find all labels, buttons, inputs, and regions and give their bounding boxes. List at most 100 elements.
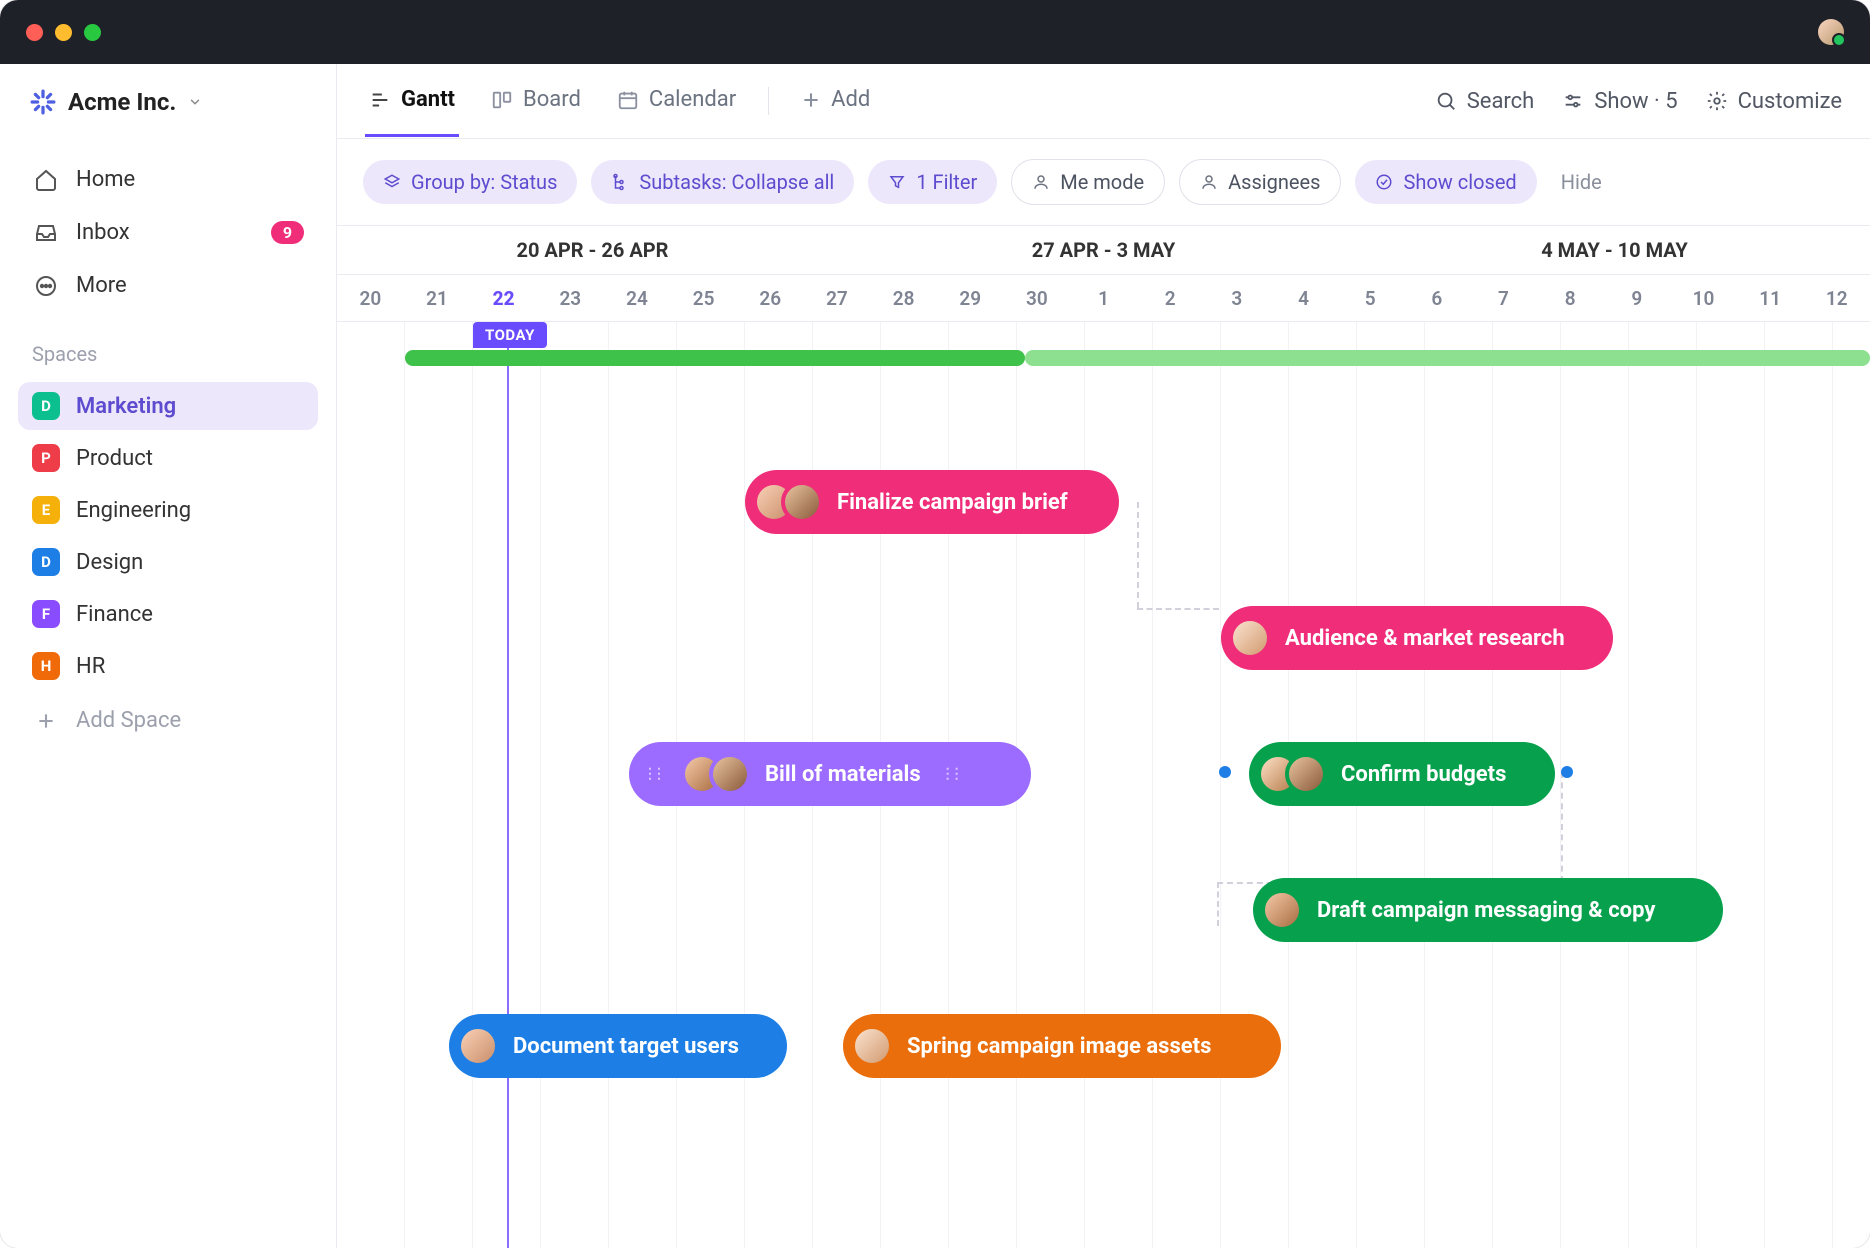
nav-home[interactable]: Home: [18, 153, 318, 206]
filter-me-mode[interactable]: Me mode: [1011, 159, 1165, 205]
close-window-icon[interactable]: [26, 24, 43, 41]
day-header[interactable]: 8: [1537, 275, 1604, 321]
space-icon: F: [32, 600, 60, 628]
day-header[interactable]: 11: [1737, 275, 1804, 321]
assignee-avatar[interactable]: [709, 753, 751, 795]
task-label: Audience & market research: [1285, 626, 1565, 651]
filter-group-by[interactable]: Group by: Status: [363, 160, 577, 204]
day-header[interactable]: 27: [804, 275, 871, 321]
week-header: 27 APR - 3 MAY: [848, 226, 1359, 274]
plus-icon: [32, 711, 60, 731]
day-header[interactable]: 12: [1803, 275, 1870, 321]
space-item-design[interactable]: DDesign: [18, 538, 318, 586]
dependency-line: [1137, 502, 1139, 608]
search-button[interactable]: Search: [1435, 89, 1535, 114]
filter-hide[interactable]: Hide: [1561, 170, 1602, 194]
show-button[interactable]: Show · 5: [1562, 89, 1677, 114]
person-icon: [1200, 173, 1218, 191]
assignee-avatar[interactable]: [781, 481, 823, 523]
space-label: HR: [76, 654, 105, 679]
filter-subtasks[interactable]: Subtasks: Collapse all: [591, 160, 854, 204]
minimize-window-icon[interactable]: [55, 24, 72, 41]
tab-board[interactable]: Board: [487, 65, 585, 137]
assignee-avatar[interactable]: [1261, 889, 1303, 931]
calendar-icon: [617, 89, 639, 111]
filter-assignees[interactable]: Assignees: [1179, 159, 1341, 205]
space-item-engineering[interactable]: E Engineering: [18, 486, 318, 534]
add-space-button[interactable]: Add Space: [18, 698, 318, 743]
day-header[interactable]: 21: [404, 275, 471, 321]
day-header[interactable]: 30: [1004, 275, 1071, 321]
spaces-section-label: Spaces: [0, 312, 336, 378]
nav-inbox[interactable]: Inbox 9: [18, 206, 318, 259]
day-header[interactable]: 22: [470, 275, 537, 321]
day-header[interactable]: 7: [1470, 275, 1537, 321]
task-label: Confirm budgets: [1341, 762, 1506, 787]
today-line: [507, 322, 509, 1248]
task-bar[interactable]: Bill of materials: [629, 742, 1031, 806]
gantt-timeline[interactable]: 20 APR - 26 APR27 APR - 3 MAY4 MAY - 10 …: [337, 225, 1870, 1248]
filter-show-closed[interactable]: Show closed: [1355, 160, 1536, 204]
dependency-line: [1137, 608, 1219, 610]
task-bar[interactable]: Finalize campaign brief: [745, 470, 1119, 534]
tab-calendar[interactable]: Calendar: [613, 65, 740, 137]
day-header[interactable]: 6: [1404, 275, 1471, 321]
filter-filters[interactable]: 1 Filter: [868, 160, 997, 204]
day-header[interactable]: 2: [1137, 275, 1204, 321]
gantt-icon: [369, 89, 391, 111]
task-label: Finalize campaign brief: [837, 490, 1068, 515]
person-icon: [1032, 173, 1050, 191]
tab-gantt[interactable]: Gantt: [365, 65, 459, 137]
filter-icon: [888, 173, 906, 191]
check-circle-icon: [1375, 173, 1393, 191]
add-space-label: Add Space: [76, 708, 181, 733]
layers-icon: [383, 173, 401, 191]
assignee-avatar[interactable]: [1285, 753, 1327, 795]
space-icon: E: [32, 496, 60, 524]
nav-more[interactable]: More: [18, 259, 318, 312]
tab-add[interactable]: Add: [797, 65, 874, 137]
window-controls[interactable]: [26, 24, 101, 41]
space-label: Design: [76, 550, 143, 575]
day-header[interactable]: 20: [337, 275, 404, 321]
day-header[interactable]: 1: [1070, 275, 1137, 321]
task-bar[interactable]: Spring campaign image assets: [843, 1014, 1281, 1078]
day-header[interactable]: 9: [1603, 275, 1670, 321]
current-user-avatar[interactable]: [1818, 19, 1844, 45]
milestone-dot[interactable]: [1219, 766, 1231, 778]
workspace-name: Acme Inc.: [68, 88, 176, 116]
space-label: Engineering: [76, 498, 191, 523]
day-header[interactable]: 28: [870, 275, 937, 321]
subtask-icon: [611, 173, 629, 191]
sprint-bar[interactable]: [405, 350, 1025, 366]
sprint-bar[interactable]: [1025, 350, 1870, 366]
assignee-avatar[interactable]: [457, 1025, 499, 1067]
maximize-window-icon[interactable]: [84, 24, 101, 41]
sliders-icon: [1562, 90, 1584, 112]
day-header[interactable]: 29: [937, 275, 1004, 321]
task-bar[interactable]: Confirm budgets: [1249, 742, 1555, 806]
space-item-product[interactable]: PProduct: [18, 434, 318, 482]
day-header[interactable]: 26: [737, 275, 804, 321]
dependency-line: [1561, 772, 1563, 882]
workspace-switcher[interactable]: Acme Inc.: [0, 64, 336, 139]
space-icon: D: [32, 392, 60, 420]
task-bar[interactable]: Document target users: [449, 1014, 787, 1078]
milestone-dot[interactable]: [1561, 766, 1573, 778]
space-item-hr[interactable]: HHR: [18, 642, 318, 690]
day-header[interactable]: 5: [1337, 275, 1404, 321]
day-header[interactable]: 24: [604, 275, 671, 321]
assignee-avatar[interactable]: [1229, 617, 1271, 659]
task-bar[interactable]: Audience & market research: [1221, 606, 1613, 670]
search-icon: [1435, 90, 1457, 112]
day-header[interactable]: 10: [1670, 275, 1737, 321]
task-bar[interactable]: Draft campaign messaging & copy: [1253, 878, 1723, 942]
day-header[interactable]: 3: [1204, 275, 1271, 321]
space-item-marketing[interactable]: DMarketing: [18, 382, 318, 430]
assignee-avatar[interactable]: [851, 1025, 893, 1067]
space-item-finance[interactable]: FFinance: [18, 590, 318, 638]
day-header[interactable]: 4: [1270, 275, 1337, 321]
day-header[interactable]: 23: [537, 275, 604, 321]
day-header[interactable]: 25: [670, 275, 737, 321]
customize-button[interactable]: Customize: [1706, 89, 1842, 114]
